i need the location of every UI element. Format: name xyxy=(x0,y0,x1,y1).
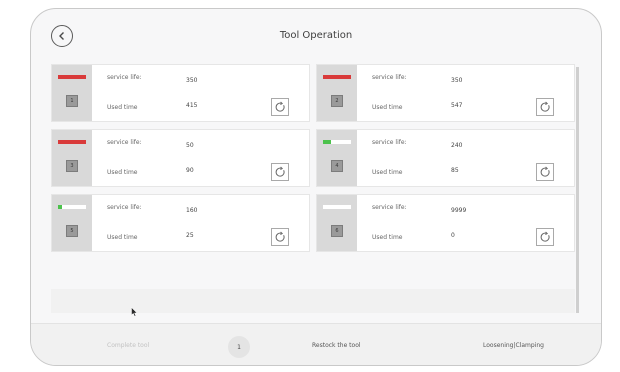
service-life-label: service life: xyxy=(107,74,142,81)
service-life-label: service life: xyxy=(372,139,407,146)
loosening-clamping-button[interactable]: Loosening|Clamping xyxy=(483,342,544,349)
page-title: Tool Operation xyxy=(279,30,353,41)
service-life-value: 240 xyxy=(451,142,463,149)
reset-button[interactable] xyxy=(271,98,289,116)
used-time-label: Used time xyxy=(372,234,403,241)
tool-icon-area: 4 xyxy=(317,130,357,186)
reset-button[interactable] xyxy=(271,228,289,246)
refresh-icon xyxy=(540,101,550,112)
tool-icon-area: 1 xyxy=(52,65,92,121)
tool-level-fill xyxy=(58,140,86,144)
used-time-label: Used time xyxy=(372,104,403,111)
used-time-value: 85 xyxy=(451,167,459,174)
complete-tool-button[interactable]: Complete tool xyxy=(107,342,149,349)
service-life-value: 50 xyxy=(186,142,194,149)
tool-level-bar xyxy=(323,75,351,79)
used-time-value: 25 xyxy=(186,232,194,239)
reset-button[interactable] xyxy=(536,163,554,181)
refresh-icon xyxy=(540,231,550,242)
service-life-value: 350 xyxy=(186,77,198,84)
tool-card: 5 service life: 160 Used time 25 xyxy=(51,194,310,252)
tool-card: 3 service life: 50 Used time 90 xyxy=(51,129,310,187)
used-time-value: 547 xyxy=(451,102,463,109)
refresh-icon xyxy=(275,101,285,112)
tool-level-bar xyxy=(323,205,351,209)
tool-icon-area: 3 xyxy=(52,130,92,186)
tool-number: 6 xyxy=(331,225,343,237)
header: Tool Operation xyxy=(31,9,601,53)
tool-icon-area: 6 xyxy=(317,195,357,251)
refresh-icon xyxy=(275,166,285,177)
service-life-label: service life: xyxy=(372,74,407,81)
tool-level-bar xyxy=(58,140,86,144)
service-life-value: 9999 xyxy=(451,207,467,214)
service-life-label: service life: xyxy=(107,204,142,211)
tool-level-bar xyxy=(58,75,86,79)
service-life-value: 350 xyxy=(451,77,463,84)
tool-icon-area: 5 xyxy=(52,195,92,251)
tool-number: 4 xyxy=(331,160,343,172)
tool-level-fill xyxy=(58,75,86,79)
tool-grid: 1 service life: 350 Used time 415 2 serv… xyxy=(51,64,575,258)
used-time-label: Used time xyxy=(107,104,138,111)
used-time-label: Used time xyxy=(107,169,138,176)
tool-level-bar xyxy=(58,205,86,209)
tool-number: 3 xyxy=(66,160,78,172)
page-number-badge[interactable]: 1 xyxy=(228,336,250,358)
restock-tool-button[interactable]: Restock the tool xyxy=(312,342,361,349)
service-life-value: 160 xyxy=(186,207,198,214)
used-time-label: Used time xyxy=(107,234,138,241)
service-life-label: service life: xyxy=(372,204,407,211)
tool-level-fill xyxy=(323,140,332,144)
tool-number: 5 xyxy=(66,225,78,237)
used-time-value: 90 xyxy=(186,167,194,174)
reset-button[interactable] xyxy=(536,228,554,246)
tool-level-fill xyxy=(323,75,351,79)
used-time-value: 415 xyxy=(186,102,198,109)
tool-card: 2 service life: 350 Used time 547 xyxy=(316,64,575,122)
footer-bar: Complete tool 1 Restock the tool Looseni… xyxy=(31,323,601,365)
tool-number: 1 xyxy=(66,95,78,107)
empty-list-row xyxy=(51,289,575,313)
tool-level-fill xyxy=(58,205,63,209)
service-life-label: service life: xyxy=(107,139,142,146)
tool-icon-area: 2 xyxy=(317,65,357,121)
scrollbar[interactable] xyxy=(576,67,579,313)
tool-card: 1 service life: 350 Used time 415 xyxy=(51,64,310,122)
tool-number: 2 xyxy=(331,95,343,107)
reset-button[interactable] xyxy=(271,163,289,181)
tool-operation-screen: Tool Operation 1 service life: 350 Used … xyxy=(30,8,602,366)
refresh-icon xyxy=(275,231,285,242)
used-time-value: 0 xyxy=(451,232,455,239)
tool-card: 6 service life: 9999 Used time 0 xyxy=(316,194,575,252)
tool-card: 4 service life: 240 Used time 85 xyxy=(316,129,575,187)
used-time-label: Used time xyxy=(372,169,403,176)
tool-level-bar xyxy=(323,140,351,144)
scrollbar-thumb[interactable] xyxy=(576,67,579,313)
refresh-icon xyxy=(540,166,550,177)
mouse-cursor-icon xyxy=(131,307,138,317)
reset-button[interactable] xyxy=(536,98,554,116)
